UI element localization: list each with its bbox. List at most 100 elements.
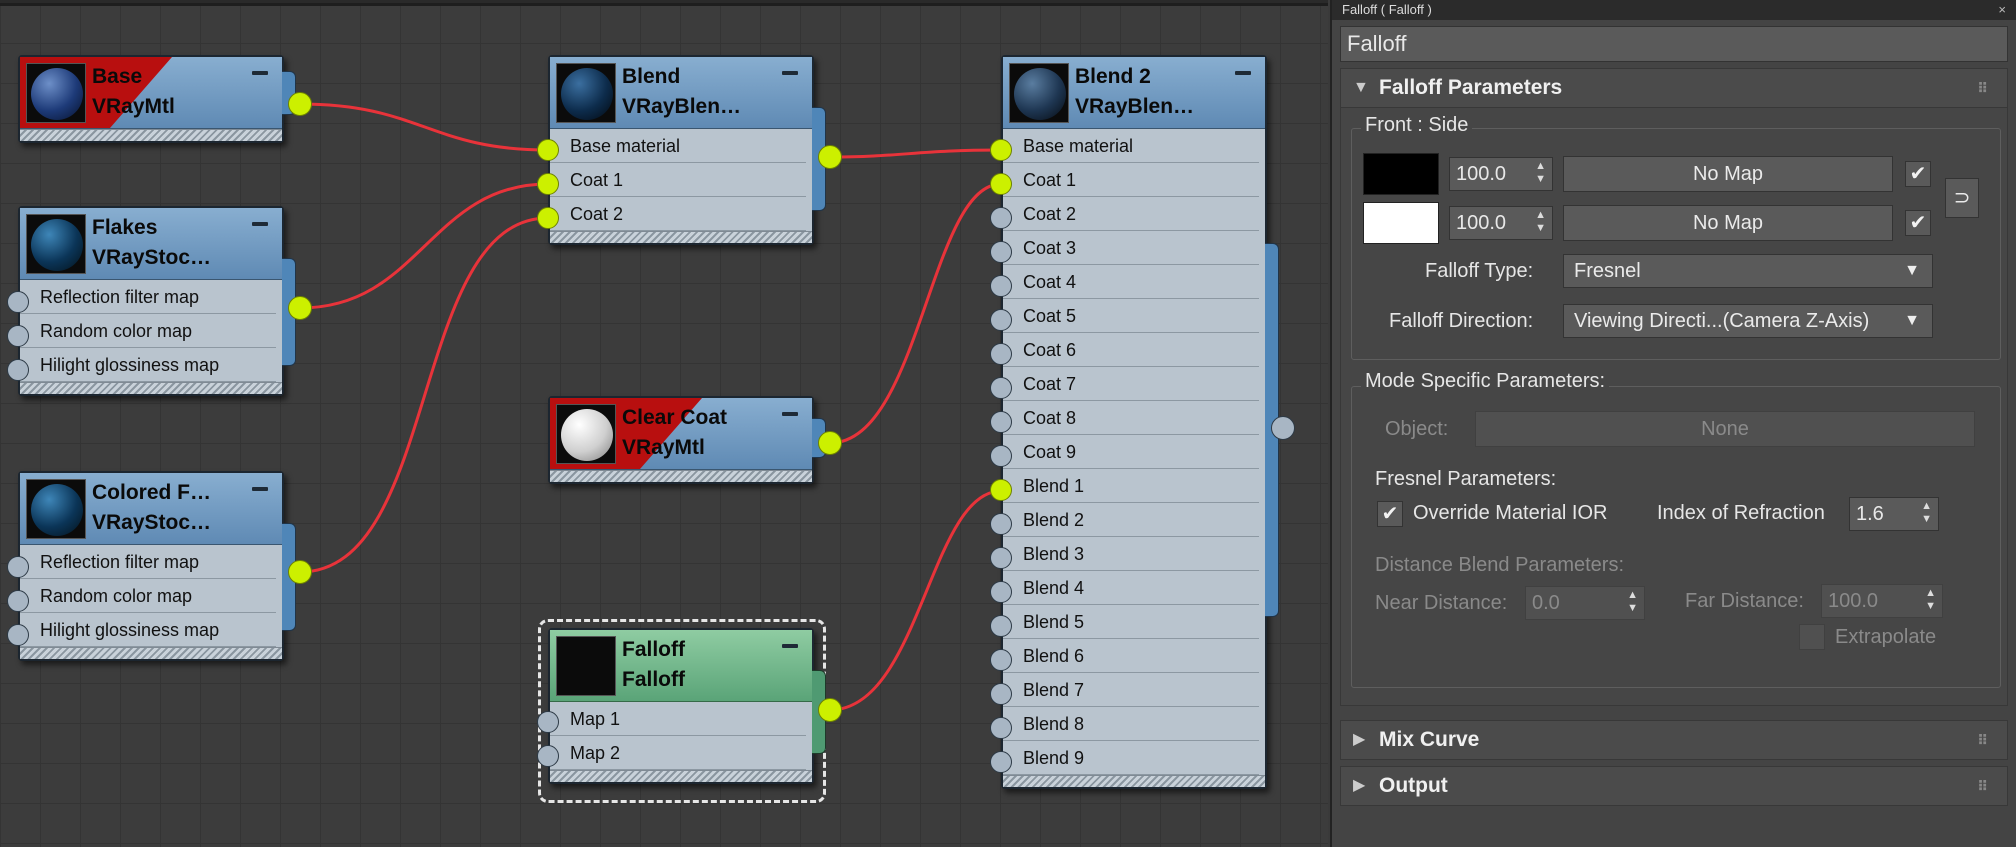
node-colored-flakes[interactable]: Colored F… VRayStoc… Reflection filter m…: [18, 471, 296, 661]
node-flakes[interactable]: Flakes VRayStoc… Reflection filter map R…: [18, 206, 296, 396]
node-header[interactable]: Blend VRayBlen…: [550, 57, 812, 129]
side-amount-spinner[interactable]: 100.0 ▲ ▼: [1449, 206, 1553, 240]
side-color-swatch[interactable]: [1363, 202, 1439, 244]
input-port[interactable]: [990, 615, 1012, 637]
input-slot[interactable]: Hilight glossiness map: [20, 613, 276, 647]
input-port[interactable]: [537, 139, 559, 161]
node-header[interactable]: Base VRayMtl: [20, 57, 282, 129]
rollout-output[interactable]: ▶ Output ⠿: [1340, 766, 2008, 806]
node-header[interactable]: Falloff Falloff: [550, 630, 812, 702]
swap-colors-button[interactable]: ⊃: [1945, 178, 1979, 218]
output-port-clear-coat[interactable]: [818, 431, 842, 455]
drag-grip-icon[interactable]: ⠿: [1977, 721, 1988, 759]
minimize-icon[interactable]: [782, 644, 798, 648]
input-port[interactable]: [990, 275, 1012, 297]
output-port-flakes[interactable]: [288, 296, 312, 320]
extrapolate-checkbox[interactable]: [1799, 624, 1825, 650]
input-port[interactable]: [7, 590, 29, 612]
falloff-direction-dropdown[interactable]: Viewing Directi...(Camera Z-Axis) ▼: [1563, 304, 1933, 338]
front-map-button[interactable]: No Map: [1563, 156, 1893, 192]
input-slot[interactable]: Base material: [550, 129, 806, 163]
output-port-blend-2[interactable]: [1271, 416, 1295, 440]
spinner-arrows-icon[interactable]: ▲ ▼: [1535, 209, 1546, 235]
node-resize-grip[interactable]: [1003, 775, 1265, 787]
input-port[interactable]: [990, 479, 1012, 501]
drag-grip-icon[interactable]: ⠿: [1977, 69, 1988, 107]
node-header[interactable]: Flakes VRayStoc…: [20, 208, 282, 280]
rollout-falloff-parameters[interactable]: ▼ Falloff Parameters ⠿: [1340, 68, 2008, 108]
input-slot[interactable]: Blend 4: [1003, 571, 1259, 605]
input-slot[interactable]: Map 2: [550, 736, 806, 770]
input-slot[interactable]: Blend 9: [1003, 741, 1259, 775]
input-port[interactable]: [990, 173, 1012, 195]
panel-titlebar[interactable]: Falloff ( Falloff ) ×: [1332, 0, 2016, 20]
input-slot[interactable]: Coat 1: [550, 163, 806, 197]
output-port-falloff[interactable]: [818, 698, 842, 722]
node-resize-grip[interactable]: [550, 231, 812, 243]
node-header[interactable]: Blend 2 VRayBlen…: [1003, 57, 1265, 129]
input-slot[interactable]: Blend 7: [1003, 673, 1259, 707]
falloff-type-dropdown[interactable]: Fresnel ▼: [1563, 254, 1933, 288]
input-port[interactable]: [990, 547, 1012, 569]
side-map-enable-checkbox[interactable]: ✔: [1905, 210, 1931, 236]
node-falloff[interactable]: Falloff Falloff Map 1 Map 2: [548, 628, 826, 784]
minimize-icon[interactable]: [252, 487, 268, 491]
input-slot[interactable]: Base material: [1003, 129, 1259, 163]
input-slot[interactable]: Coat 1: [1003, 163, 1259, 197]
node-header[interactable]: Clear Coat VRayMtl: [550, 398, 812, 470]
input-slot[interactable]: Random color map: [20, 579, 276, 613]
input-slot[interactable]: Reflection filter map: [20, 280, 276, 314]
input-slot[interactable]: Hilight glossiness map: [20, 348, 276, 382]
node-resize-grip[interactable]: [550, 470, 812, 482]
output-port-base[interactable]: [288, 92, 312, 116]
node-resize-grip[interactable]: [550, 770, 812, 782]
rollout-mix-curve[interactable]: ▶ Mix Curve ⠿: [1340, 720, 2008, 760]
front-color-swatch[interactable]: [1363, 153, 1439, 195]
input-port[interactable]: [990, 411, 1012, 433]
map-name-input[interactable]: Falloff: [1340, 26, 2008, 62]
input-slot[interactable]: Coat 2: [1003, 197, 1259, 231]
input-port[interactable]: [990, 445, 1012, 467]
input-port[interactable]: [990, 241, 1012, 263]
input-slot[interactable]: Coat 9: [1003, 435, 1259, 469]
input-port[interactable]: [990, 139, 1012, 161]
input-port[interactable]: [537, 207, 559, 229]
input-slot[interactable]: Blend 8: [1003, 707, 1259, 741]
node-base-material[interactable]: Base VRayMtl: [18, 55, 296, 143]
spinner-arrows-icon[interactable]: ▲ ▼: [1535, 160, 1546, 186]
input-port[interactable]: [7, 556, 29, 578]
input-slot[interactable]: Blend 2: [1003, 503, 1259, 537]
drag-grip-icon[interactable]: ⠿: [1977, 767, 1988, 805]
input-port[interactable]: [537, 173, 559, 195]
input-slot[interactable]: Blend 5: [1003, 605, 1259, 639]
minimize-icon[interactable]: [252, 71, 268, 75]
minimize-icon[interactable]: [782, 71, 798, 75]
spinner-arrows-icon[interactable]: ▲ ▼: [1627, 589, 1638, 615]
far-distance-spinner[interactable]: 100.0 ▲ ▼: [1821, 584, 1943, 618]
node-clear-coat[interactable]: Clear Coat VRayMtl: [548, 396, 826, 484]
input-port[interactable]: [990, 207, 1012, 229]
output-port-blend[interactable]: [818, 145, 842, 169]
input-slot[interactable]: Blend 6: [1003, 639, 1259, 673]
input-port[interactable]: [7, 624, 29, 646]
input-port[interactable]: [990, 649, 1012, 671]
input-port[interactable]: [990, 513, 1012, 535]
input-slot[interactable]: Random color map: [20, 314, 276, 348]
node-resize-grip[interactable]: [20, 382, 282, 394]
input-slot[interactable]: Coat 3: [1003, 231, 1259, 265]
input-slot[interactable]: Coat 4: [1003, 265, 1259, 299]
front-amount-spinner[interactable]: 100.0 ▲ ▼: [1449, 157, 1553, 191]
minimize-icon[interactable]: [252, 222, 268, 226]
front-map-enable-checkbox[interactable]: ✔: [1905, 161, 1931, 187]
input-slot[interactable]: Reflection filter map: [20, 545, 276, 579]
input-port[interactable]: [990, 309, 1012, 331]
input-port[interactable]: [990, 377, 1012, 399]
node-header[interactable]: Colored F… VRayStoc…: [20, 473, 282, 545]
input-port[interactable]: [7, 359, 29, 381]
input-slot[interactable]: Coat 2: [550, 197, 806, 231]
input-slot[interactable]: Coat 5: [1003, 299, 1259, 333]
input-port[interactable]: [990, 343, 1012, 365]
ior-spinner[interactable]: 1.6 ▲ ▼: [1849, 497, 1939, 531]
input-slot[interactable]: Map 1: [550, 702, 806, 736]
side-map-button[interactable]: No Map: [1563, 205, 1893, 241]
